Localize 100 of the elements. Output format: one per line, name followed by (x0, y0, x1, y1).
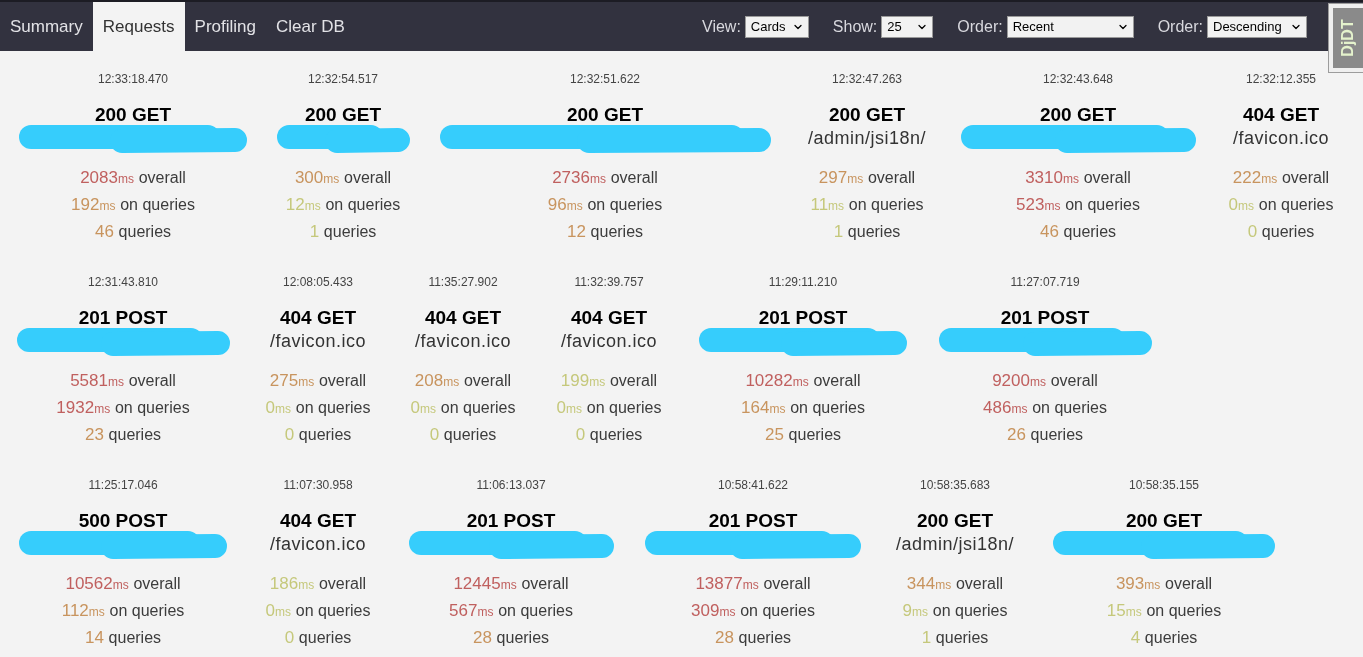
metric-line: 523ms on queries (1016, 194, 1140, 216)
request-time: 12:31:43.810 (87, 274, 159, 290)
metric-line: 12 queries (566, 221, 644, 243)
metric-line: 0 queries (575, 424, 643, 446)
metric-line: 0 queries (429, 424, 497, 446)
request-time: 11:27:07.719 (1010, 274, 1080, 290)
request-title: 200 GET (1125, 509, 1202, 533)
request-title: 500 POST (78, 509, 168, 533)
metric-line: 222ms overall (1232, 167, 1330, 189)
request-title: 404 GET (279, 306, 356, 330)
metric-line: 486ms on queries (983, 397, 1107, 419)
request-time: 12:32:47.263 (831, 71, 903, 87)
dropdown[interactable]: Cards (744, 15, 809, 38)
metric-line: 9200ms overall (992, 370, 1098, 392)
metric-line: 46 queries (94, 221, 172, 243)
dropdown-label: View: (702, 16, 741, 37)
request-path: /favicon.ico (560, 330, 657, 353)
metric-line: 297ms overall (818, 167, 916, 189)
metric-line: 25 queries (764, 424, 842, 446)
metric-line: 1 queries (921, 627, 989, 649)
metric-line: 344ms overall (906, 573, 1004, 595)
nav-tab[interactable]: Requests (92, 2, 185, 51)
metric-line: 567ms on queries (449, 600, 573, 622)
request-title: 201 POST (1000, 306, 1090, 330)
metric-line: 0 queries (1247, 221, 1315, 243)
request-time: 11:06:13.037 (476, 477, 546, 493)
metric-line: 11ms on queries (810, 194, 924, 216)
request-title: 404 GET (570, 306, 647, 330)
metric-line: 23 queries (84, 424, 162, 446)
metric-line: 5581ms overall (70, 370, 176, 392)
request-title: 201 POST (758, 306, 848, 330)
request-path: /admin/jsi18n/ (807, 127, 927, 150)
metric-line: 2083ms overall (80, 167, 186, 189)
request-title: 200 GET (828, 103, 905, 127)
metric-line: 208ms overall (414, 370, 512, 392)
metric-line: 14 queries (84, 627, 162, 649)
request-title: 200 GET (566, 103, 643, 127)
metric-line: 199ms overall (560, 370, 658, 392)
dropdown[interactable]: Descending (1207, 15, 1307, 38)
request-title: 200 GET (94, 103, 171, 127)
request-title: 201 POST (466, 509, 556, 533)
metric-line: 28 queries (714, 627, 792, 649)
dropdown-label: Order: (1157, 16, 1203, 37)
request-time: 11:35:27.902 (428, 274, 498, 290)
metric-line: 393ms overall (1115, 573, 1213, 595)
metric-line: 0ms on queries (1228, 194, 1334, 216)
metric-line: 15ms on queries (1106, 600, 1222, 622)
metric-line: 0 queries (284, 627, 352, 649)
request-time: 11:07:30.958 (283, 477, 353, 493)
metric-line: 13877ms overall (695, 573, 811, 595)
dropdown[interactable]: 25 (881, 15, 934, 38)
metric-line: 2736ms overall (552, 167, 658, 189)
metric-line: 1 queries (309, 221, 377, 243)
metric-line: 1932ms on queries (56, 397, 190, 419)
request-time: 10:58:35.155 (1128, 477, 1200, 493)
request-title: 200 GET (916, 509, 993, 533)
request-title: 201 POST (708, 509, 798, 533)
request-time: 11:25:17.046 (88, 477, 158, 493)
metric-line: 26 queries (1006, 424, 1084, 446)
metric-line: 12ms on queries (285, 194, 401, 216)
dropdown-label: Show: (832, 16, 878, 37)
metric-line: 12445ms overall (453, 573, 569, 595)
request-time: 12:32:51.622 (569, 71, 641, 87)
dropdown[interactable]: Recent (1006, 15, 1134, 38)
metric-line: 96ms on queries (547, 194, 663, 216)
dropdown-label: Order: (957, 16, 1003, 37)
metric-line: 46 queries (1039, 221, 1117, 243)
request-time: 10:58:35.683 (919, 477, 991, 493)
request-time: 10:58:41.622 (717, 477, 789, 493)
metric-line: 275ms overall (269, 370, 367, 392)
request-path: /favicon.ico (269, 330, 366, 353)
metric-line: 10282ms overall (745, 370, 861, 392)
metric-line: 309ms on queries (691, 600, 815, 622)
request-path: /favicon.ico (414, 330, 511, 353)
metric-line: 28 queries (472, 627, 550, 649)
metric-line: 4 queries (1130, 627, 1198, 649)
request-title: 201 POST (78, 306, 168, 330)
metric-line: 0ms on queries (556, 397, 662, 419)
metric-line: 186ms overall (269, 573, 367, 595)
metric-line: 0ms on queries (410, 397, 516, 419)
request-time: 12:32:12.355 (1245, 71, 1317, 87)
request-path: /favicon.ico (1232, 127, 1329, 150)
metric-line: 3310ms overall (1025, 167, 1131, 189)
request-time: 12:32:43.648 (1042, 71, 1114, 87)
request-time: 12:08:05.433 (282, 274, 354, 290)
request-title: 404 GET (1242, 103, 1319, 127)
request-title: 404 GET (279, 509, 356, 533)
request-time: 12:33:18.470 (97, 71, 169, 87)
request-time: 12:32:54.517 (307, 71, 379, 87)
metric-line: 192ms on queries (71, 194, 195, 216)
metric-line: 300ms overall (294, 167, 392, 189)
request-title: 404 GET (424, 306, 501, 330)
request-path: /admin/jsi18n/ (895, 533, 1015, 556)
metric-line: 0ms on queries (265, 397, 371, 419)
request-time: 11:32:39.757 (574, 274, 644, 290)
request-title: 200 GET (1039, 103, 1116, 127)
metric-line: 0ms on queries (265, 600, 371, 622)
metric-line: 112ms on queries (61, 600, 185, 622)
metric-line: 164ms on queries (741, 397, 865, 419)
request-title: 200 GET (304, 103, 381, 127)
